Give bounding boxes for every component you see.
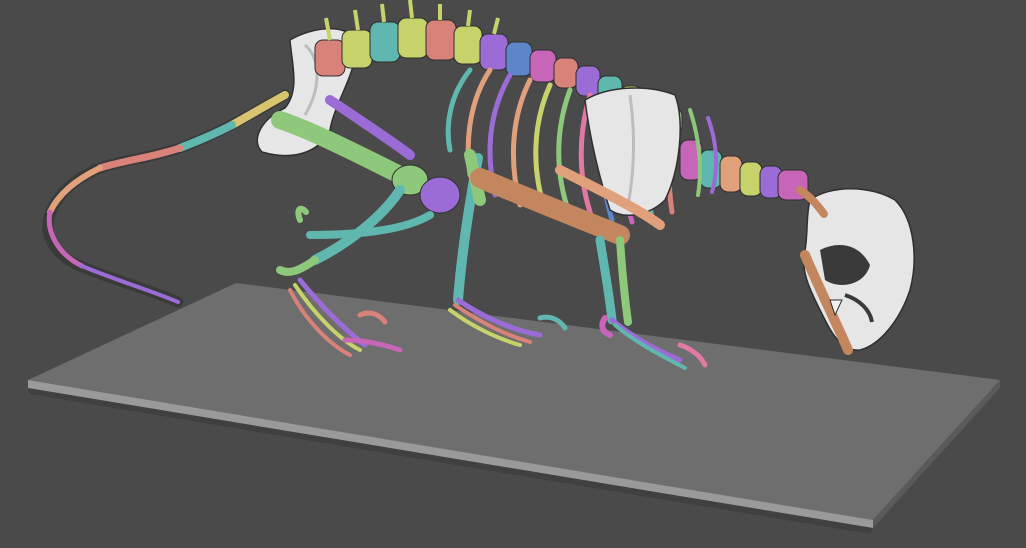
tail xyxy=(42,89,291,308)
3d-viewport[interactable] xyxy=(0,0,1026,548)
scapula xyxy=(584,87,681,216)
skeleton-scene xyxy=(28,0,1000,534)
